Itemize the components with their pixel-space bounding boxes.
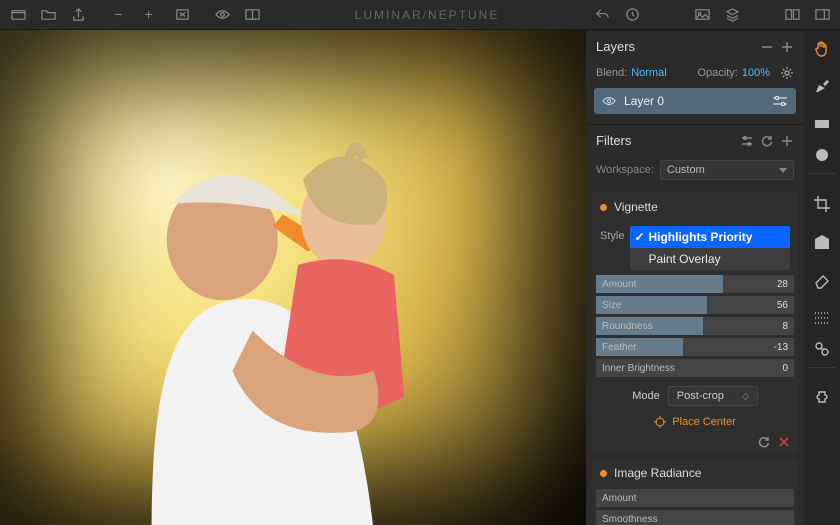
filter-enabled-dot[interactable] bbox=[600, 204, 607, 211]
slider-amount[interactable]: Amount 28 bbox=[596, 274, 794, 294]
slider-amount[interactable]: Amount bbox=[596, 488, 794, 508]
brush-tool-icon[interactable] bbox=[810, 74, 834, 98]
mode-label: Mode bbox=[632, 390, 660, 402]
clone-tool-icon[interactable] bbox=[810, 306, 834, 330]
canvas[interactable] bbox=[0, 30, 586, 525]
vignette-title: Vignette bbox=[614, 200, 658, 214]
layers-icon[interactable] bbox=[722, 5, 742, 25]
layer-item[interactable]: Layer 0 bbox=[594, 88, 796, 114]
gear-icon[interactable] bbox=[780, 66, 794, 80]
image-icon[interactable] bbox=[692, 5, 712, 25]
layers-title: Layers bbox=[596, 39, 754, 54]
slider-feather[interactable]: Feather -13 bbox=[596, 337, 794, 357]
denoise-tool-icon[interactable] bbox=[808, 344, 836, 368]
hand-tool-icon[interactable] bbox=[810, 36, 834, 60]
layer-name: Layer 0 bbox=[624, 94, 664, 108]
blend-value[interactable]: Normal bbox=[631, 67, 666, 79]
workspace-label: Workspace: bbox=[596, 164, 654, 176]
filters-section: Filters Workspace: Custom Vi bbox=[586, 124, 804, 525]
remove-filter-icon[interactable] bbox=[778, 436, 790, 448]
blend-label: Blend: bbox=[596, 67, 627, 79]
plugin-tool-icon[interactable] bbox=[810, 386, 834, 410]
workspace-select[interactable]: Custom bbox=[660, 160, 794, 180]
radiance-title: Image Radiance bbox=[614, 466, 701, 480]
slider-roundness[interactable]: Roundness 8 bbox=[596, 316, 794, 336]
fit-icon[interactable] bbox=[172, 5, 192, 25]
adjust-icon[interactable] bbox=[772, 96, 788, 106]
opacity-value[interactable]: 100% bbox=[742, 67, 770, 79]
slider-smoothness[interactable]: Smoothness bbox=[596, 509, 794, 525]
style-label: Style bbox=[600, 226, 624, 242]
mode-select[interactable]: Post-crop ◇ bbox=[668, 386, 758, 406]
opacity-label: Opacity: bbox=[698, 67, 738, 79]
zoom-in-icon[interactable]: + bbox=[142, 5, 162, 25]
crop-tool-icon[interactable] bbox=[810, 192, 834, 216]
top-toolbar: − + LUMINAR/NEPTUNE bbox=[0, 0, 840, 30]
presets-icon[interactable] bbox=[782, 5, 802, 25]
add-filter-icon[interactable] bbox=[780, 134, 794, 148]
visibility-icon[interactable] bbox=[602, 94, 616, 108]
slider-inner-brightness[interactable]: Inner Brightness 0 bbox=[596, 358, 794, 378]
filters-sliders-icon[interactable] bbox=[740, 134, 754, 148]
history-icon[interactable] bbox=[622, 5, 642, 25]
layers-section: Layers Blend: Normal Opacity: 100% Layer… bbox=[586, 30, 804, 124]
filters-refresh-icon[interactable] bbox=[760, 134, 774, 148]
filters-title: Filters bbox=[596, 133, 734, 148]
filter-enabled-dot[interactable] bbox=[600, 470, 607, 477]
open-icon[interactable] bbox=[8, 5, 28, 25]
zoom-out-icon[interactable]: − bbox=[112, 5, 132, 25]
style-option-paint[interactable]: Paint Overlay bbox=[630, 248, 790, 270]
radial-tool-icon[interactable] bbox=[808, 150, 836, 174]
app-title: LUMINAR/NEPTUNE bbox=[355, 8, 500, 22]
chevron-down-icon bbox=[779, 168, 787, 173]
slider-size[interactable]: Size 56 bbox=[596, 295, 794, 315]
add-layer-icon[interactable] bbox=[780, 40, 794, 54]
side-panel: Layers Blend: Normal Opacity: 100% Layer… bbox=[586, 30, 804, 525]
preview-eye-icon[interactable] bbox=[212, 5, 232, 25]
sidepanel-icon[interactable] bbox=[812, 5, 832, 25]
erase-tool-icon[interactable] bbox=[810, 268, 834, 292]
photo-preview bbox=[0, 30, 586, 525]
reset-filter-icon[interactable] bbox=[758, 436, 770, 448]
image-radiance-filter: Image Radiance Amount Smoothness bbox=[592, 458, 798, 525]
vignette-filter: Vignette Style Highlights Priority Paint… bbox=[592, 192, 798, 454]
style-option-highlights[interactable]: Highlights Priority bbox=[630, 226, 790, 248]
folder-icon[interactable] bbox=[38, 5, 58, 25]
place-center-button[interactable]: Place Center bbox=[592, 412, 798, 432]
style-dropdown[interactable]: Highlights Priority Paint Overlay bbox=[630, 226, 790, 270]
collapse-icon[interactable] bbox=[760, 40, 774, 54]
transform-tool-icon[interactable] bbox=[810, 230, 834, 254]
compare-icon[interactable] bbox=[242, 5, 262, 25]
undo-icon[interactable] bbox=[592, 5, 612, 25]
gradient-tool-icon[interactable] bbox=[810, 112, 834, 136]
share-icon[interactable] bbox=[68, 5, 88, 25]
tool-strip bbox=[804, 30, 840, 525]
